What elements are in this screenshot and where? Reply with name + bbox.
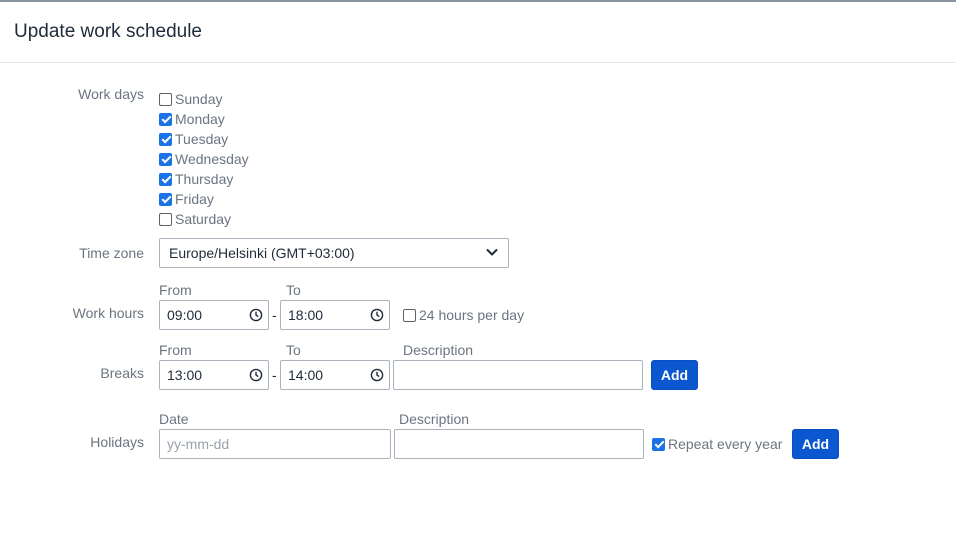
work-hours-from-input[interactable]: 09:00 bbox=[159, 300, 269, 330]
all-day-toggle[interactable]: 24 hours per day bbox=[403, 306, 524, 324]
saturday-label: Saturday bbox=[175, 211, 232, 227]
repeat-every-year-checkbox[interactable] bbox=[652, 437, 665, 451]
holidays-description-label: Description bbox=[399, 411, 470, 427]
update-work-schedule-page: Update work schedule Work days Sunday Mo… bbox=[0, 0, 956, 555]
chevron-down-icon bbox=[486, 248, 498, 256]
thursday-label: Thursday bbox=[175, 171, 234, 187]
breaks-from-input[interactable]: 13:00 bbox=[159, 360, 269, 390]
breaks-description-label: Description bbox=[403, 342, 474, 358]
work-hours-to-input[interactable]: 18:00 bbox=[280, 300, 390, 330]
day-row-tuesday[interactable]: Tuesday bbox=[159, 130, 228, 148]
work-hours-separator: - bbox=[272, 307, 277, 323]
day-row-friday[interactable]: Friday bbox=[159, 190, 214, 208]
time-zone-select[interactable]: Europe/Helsinki (GMT+03:00) bbox=[159, 238, 509, 268]
sunday-label: Sunday bbox=[175, 91, 223, 107]
day-row-wednesday[interactable]: Wednesday bbox=[159, 150, 249, 168]
day-row-saturday[interactable]: Saturday bbox=[159, 210, 231, 228]
work-hours-to-value: 18:00 bbox=[288, 307, 324, 323]
clock-icon[interactable] bbox=[249, 308, 263, 322]
breaks-separator: - bbox=[272, 367, 277, 383]
friday-checkbox[interactable] bbox=[159, 192, 172, 206]
all-day-label: 24 hours per day bbox=[419, 307, 525, 323]
monday-checkbox[interactable] bbox=[159, 112, 172, 126]
repeat-every-year-toggle[interactable]: Repeat every year bbox=[652, 435, 782, 453]
repeat-every-year-label: Repeat every year bbox=[668, 436, 783, 452]
wednesday-checkbox[interactable] bbox=[159, 152, 172, 166]
tuesday-checkbox[interactable] bbox=[159, 132, 172, 146]
clock-icon[interactable] bbox=[249, 368, 263, 382]
breaks-to-label: To bbox=[286, 342, 301, 358]
wednesday-label: Wednesday bbox=[175, 151, 249, 167]
work-hours-label: Work hours bbox=[72, 305, 144, 321]
page-header: Update work schedule bbox=[0, 2, 956, 63]
holidays-label: Holidays bbox=[90, 434, 144, 450]
thursday-checkbox[interactable] bbox=[159, 172, 172, 186]
add-break-button[interactable]: Add bbox=[651, 360, 698, 390]
saturday-checkbox[interactable] bbox=[159, 212, 172, 226]
work-hours-to-label: To bbox=[286, 282, 301, 298]
time-zone-value: Europe/Helsinki (GMT+03:00) bbox=[169, 245, 355, 261]
sunday-checkbox[interactable] bbox=[159, 92, 172, 106]
monday-label: Monday bbox=[175, 111, 225, 127]
work-days-label: Work days bbox=[78, 86, 144, 102]
clock-icon[interactable] bbox=[370, 308, 384, 322]
all-day-checkbox[interactable] bbox=[403, 308, 416, 322]
work-hours-from-value: 09:00 bbox=[167, 307, 203, 323]
holiday-date-input[interactable]: yy-mm-dd bbox=[159, 429, 391, 459]
tuesday-label: Tuesday bbox=[175, 131, 229, 147]
page-title: Update work schedule bbox=[14, 21, 202, 42]
breaks-from-value: 13:00 bbox=[167, 367, 203, 383]
breaks-from-label: From bbox=[159, 342, 192, 358]
clock-icon[interactable] bbox=[370, 368, 384, 382]
day-row-sunday[interactable]: Sunday bbox=[159, 90, 222, 108]
day-row-thursday[interactable]: Thursday bbox=[159, 170, 233, 188]
holidays-date-label: Date bbox=[159, 411, 189, 427]
breaks-to-input[interactable]: 14:00 bbox=[280, 360, 390, 390]
holiday-date-placeholder: yy-mm-dd bbox=[167, 436, 230, 452]
work-hours-from-label: From bbox=[159, 282, 192, 298]
holiday-description-input[interactable] bbox=[394, 429, 644, 459]
day-row-monday[interactable]: Monday bbox=[159, 110, 225, 128]
breaks-label: Breaks bbox=[100, 365, 144, 381]
time-zone-label: Time zone bbox=[79, 245, 144, 261]
add-holiday-button[interactable]: Add bbox=[792, 429, 839, 459]
breaks-description-input[interactable] bbox=[393, 360, 643, 390]
friday-label: Friday bbox=[175, 191, 214, 207]
breaks-to-value: 14:00 bbox=[288, 367, 324, 383]
